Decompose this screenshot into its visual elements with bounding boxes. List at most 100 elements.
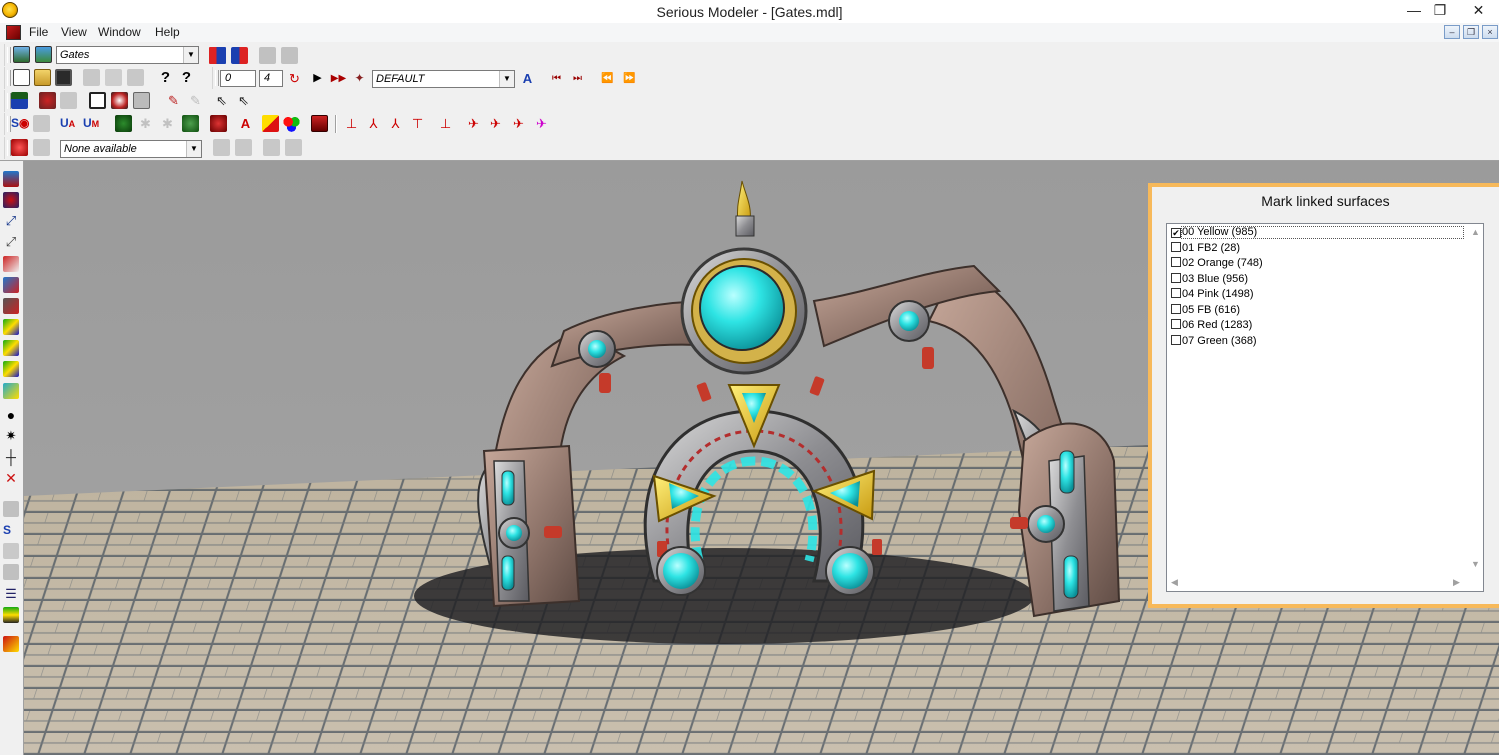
collision-icon[interactable]: ✈ [465, 115, 482, 132]
shading-icon[interactable] [111, 92, 128, 109]
checkbox[interactable] [1171, 335, 1181, 345]
close-button[interactable]: ✕ [1458, 0, 1499, 22]
maximize-button[interactable]: ❐ [1424, 0, 1456, 22]
collision-box-icon[interactable] [60, 92, 77, 109]
ambient-icon[interactable] [3, 361, 19, 377]
collision-edit-icon[interactable]: ✈ [487, 115, 504, 132]
checkbox[interactable] [1171, 304, 1181, 314]
cut-icon[interactable] [83, 69, 100, 86]
menu-help[interactable]: Help [155, 25, 180, 39]
document-icon[interactable] [6, 25, 21, 40]
bounding-box-icon[interactable] [39, 92, 56, 109]
attachment-edit-icon[interactable]: ✈ [533, 115, 550, 132]
rgb-icon[interactable] [283, 115, 300, 132]
scroll-down-icon[interactable]: ▼ [1471, 559, 1480, 569]
mdi-close-button[interactable]: × [1482, 25, 1498, 39]
shadow-icon[interactable] [3, 383, 19, 399]
next-frame-icon[interactable]: ⏩ [621, 70, 638, 87]
list-item[interactable]: 07 Green (368) [1171, 334, 1257, 349]
checkbox[interactable] [1171, 242, 1181, 252]
chevron-down-icon[interactable]: ▼ [186, 141, 201, 157]
add-attachment-icon[interactable] [11, 139, 28, 156]
list-item[interactable]: 04 Pink (1498) [1171, 287, 1254, 302]
light-position-icon[interactable] [3, 319, 19, 335]
group-icon[interactable] [115, 115, 132, 132]
texture-view-icon[interactable] [133, 92, 150, 109]
remove-attachment-icon[interactable] [33, 139, 50, 156]
last-frame-icon[interactable]: ⏭ [569, 70, 586, 87]
menu-window[interactable]: Window [98, 25, 141, 39]
menu-file[interactable]: File [29, 25, 48, 39]
list-item[interactable]: 05 FB (616) [1171, 303, 1240, 318]
paste-icon[interactable] [127, 69, 144, 86]
measure-icon[interactable]: ⊥ [437, 115, 454, 132]
attachment-up-icon[interactable] [263, 139, 280, 156]
vertical-scrollbar[interactable]: ▲ ▼ [1467, 224, 1483, 575]
rotate-icon[interactable] [3, 256, 19, 272]
hierarchy-icon[interactable]: ⊤ [409, 115, 426, 132]
color-icon[interactable] [210, 115, 227, 132]
mdi-restore-button[interactable]: ❐ [1463, 25, 1479, 39]
scroll-right-icon[interactable]: ▶ [1453, 577, 1460, 588]
chevron-down-icon[interactable]: ▼ [183, 47, 198, 63]
context-help-icon[interactable]: ? [178, 69, 195, 86]
chevron-down-icon[interactable]: ▼ [499, 71, 514, 87]
list-item[interactable]: 06 Red (1283) [1171, 318, 1252, 333]
mapping-u-icon[interactable]: UA [60, 115, 77, 132]
list-item[interactable]: 03 Blue (956) [1171, 272, 1248, 287]
wireframe-icon[interactable] [89, 92, 106, 109]
scale-icon[interactable] [3, 277, 19, 293]
color-palette-icon[interactable] [3, 607, 19, 623]
attachment-icon[interactable]: ✈ [510, 115, 527, 132]
horizontal-scrollbar[interactable]: ◀ ▶ [1167, 575, 1483, 591]
animation-select[interactable]: DEFAULT ▼ [372, 70, 515, 88]
list-item[interactable]: ✔ 00 Yellow (985) [1171, 225, 1257, 240]
previous-frame-icon[interactable]: ⏪ [599, 70, 616, 87]
attachment-down-icon[interactable] [285, 139, 302, 156]
shape-icon[interactable] [3, 501, 19, 517]
checkbox[interactable] [1171, 273, 1181, 283]
mode-icon[interactable] [3, 171, 19, 187]
copy-icon[interactable] [105, 69, 122, 86]
animation-settings-icon[interactable]: ✦ [351, 70, 368, 87]
checkbox[interactable]: ✔ [1171, 228, 1181, 238]
help-icon[interactable]: ? [157, 69, 174, 86]
frame-end-input[interactable]: 4 [259, 70, 283, 87]
auto-mapping-icon[interactable]: A [237, 115, 254, 132]
select-icon[interactable]: ⇖ [213, 92, 230, 109]
spark-icon[interactable]: ✷ [3, 428, 19, 444]
mdi-minimize-button[interactable]: – [1444, 25, 1460, 39]
cross-icon[interactable]: ✕ [3, 470, 19, 486]
list-icon[interactable]: ☰ [3, 586, 19, 602]
light-off-icon[interactable]: ✎ [187, 92, 204, 109]
attachment-next-icon[interactable] [235, 139, 252, 156]
point-icon[interactable]: ● [3, 407, 19, 423]
model-select[interactable]: Gates ▼ [56, 46, 199, 64]
explode-icon[interactable]: ✱ [137, 115, 154, 132]
mapping-m-icon[interactable]: UM [83, 115, 100, 132]
light-icon[interactable]: ✎ [165, 92, 182, 109]
loop-icon[interactable]: ↻ [286, 70, 303, 87]
zoom-icon[interactable]: ⤢ [3, 213, 19, 229]
crosshair-icon[interactable]: ┼ [3, 449, 19, 465]
paint-icon[interactable] [262, 115, 279, 132]
surface-list[interactable]: ✔ 00 Yellow (985) 01 FB2 (28) 02 Orange (… [1166, 223, 1484, 592]
pan-icon[interactable] [3, 298, 19, 314]
surface-list-icon[interactable]: S [3, 522, 19, 538]
scroll-up-icon[interactable]: ▲ [1471, 227, 1480, 237]
first-frame-icon[interactable]: ⏮ [548, 70, 565, 87]
implode-icon[interactable]: ✱ [159, 115, 176, 132]
attachment-prev-icon[interactable] [213, 139, 230, 156]
remove-mip-icon[interactable] [231, 47, 248, 64]
bone-icon[interactable]: ⅄ [387, 115, 404, 132]
add-mip-icon[interactable] [209, 47, 226, 64]
texture-picture-icon[interactable] [35, 46, 52, 63]
mip-up-icon[interactable] [259, 47, 276, 64]
move-icon[interactable]: ⤢ [3, 234, 19, 250]
patch-icon[interactable] [3, 543, 19, 559]
patch-edit-icon[interactable] [3, 564, 19, 580]
light-color-icon[interactable] [3, 340, 19, 356]
list-item[interactable]: 02 Orange (748) [1171, 256, 1263, 271]
list-item[interactable]: 01 FB2 (28) [1171, 241, 1240, 256]
center-icon[interactable] [3, 192, 19, 208]
